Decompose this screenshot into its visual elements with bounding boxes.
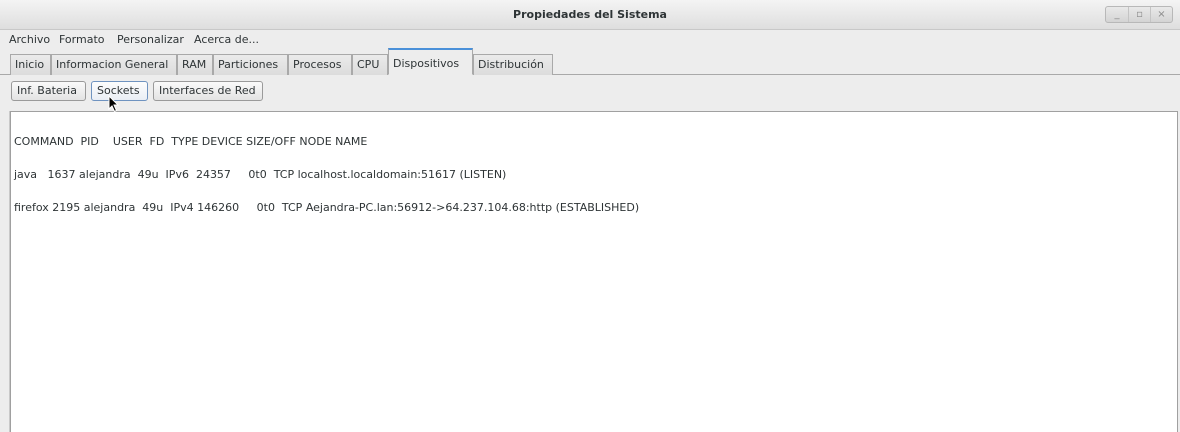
tab-cpu[interactable]: CPU	[352, 54, 388, 75]
left-gutter	[0, 111, 10, 432]
output-line: java 1637 alejandra 49u IPv6 24357 0t0 T…	[14, 168, 507, 181]
window-title: Propiedades del Sistema	[513, 8, 667, 21]
title-bar[interactable]: Propiedades del Sistema _ ▫ ×	[0, 0, 1180, 30]
menu-personalizar[interactable]: Personalizar	[117, 33, 184, 46]
tab-informacion-general[interactable]: Informacion General	[51, 54, 177, 75]
close-icon[interactable]: ×	[1150, 7, 1172, 22]
tab-distribucion[interactable]: Distribución	[473, 54, 553, 75]
app-window: Propiedades del Sistema _ ▫ × Archivo Fo…	[0, 0, 1180, 432]
tab-dispositivos[interactable]: Dispositivos	[388, 48, 473, 75]
inf-bateria-button[interactable]: Inf. Bateria	[11, 81, 86, 101]
output-header-line: COMMAND PID USER FD TYPE DEVICE SIZE/OFF…	[14, 135, 368, 148]
tab-ram[interactable]: RAM	[177, 54, 213, 75]
maximize-icon[interactable]: ▫	[1128, 7, 1150, 22]
interfaces-de-red-button[interactable]: Interfaces de Red	[153, 81, 263, 101]
menu-acerca-de[interactable]: Acerca de...	[194, 33, 259, 46]
device-toolbar: Inf. Bateria Sockets Interfaces de Red	[0, 76, 1180, 106]
menu-archivo[interactable]: Archivo	[9, 33, 50, 46]
minimize-icon[interactable]: _	[1106, 7, 1128, 22]
menu-formato[interactable]: Formato	[59, 33, 105, 46]
tab-procesos[interactable]: Procesos	[288, 54, 352, 75]
sockets-button[interactable]: Sockets	[91, 81, 148, 101]
sockets-output-textarea[interactable]: COMMAND PID USER FD TYPE DEVICE SIZE/OFF…	[10, 111, 1178, 432]
window-controls: _ ▫ ×	[1105, 6, 1173, 23]
menu-bar: Archivo Formato Personalizar Acerca de..…	[0, 30, 1180, 48]
output-line: firefox 2195 alejandra 49u IPv4 146260 0…	[14, 201, 640, 214]
tab-bar: Inicio Informacion General RAM Particion…	[0, 48, 1180, 75]
tab-particiones[interactable]: Particiones	[213, 54, 288, 75]
tab-inicio[interactable]: Inicio	[10, 54, 51, 75]
